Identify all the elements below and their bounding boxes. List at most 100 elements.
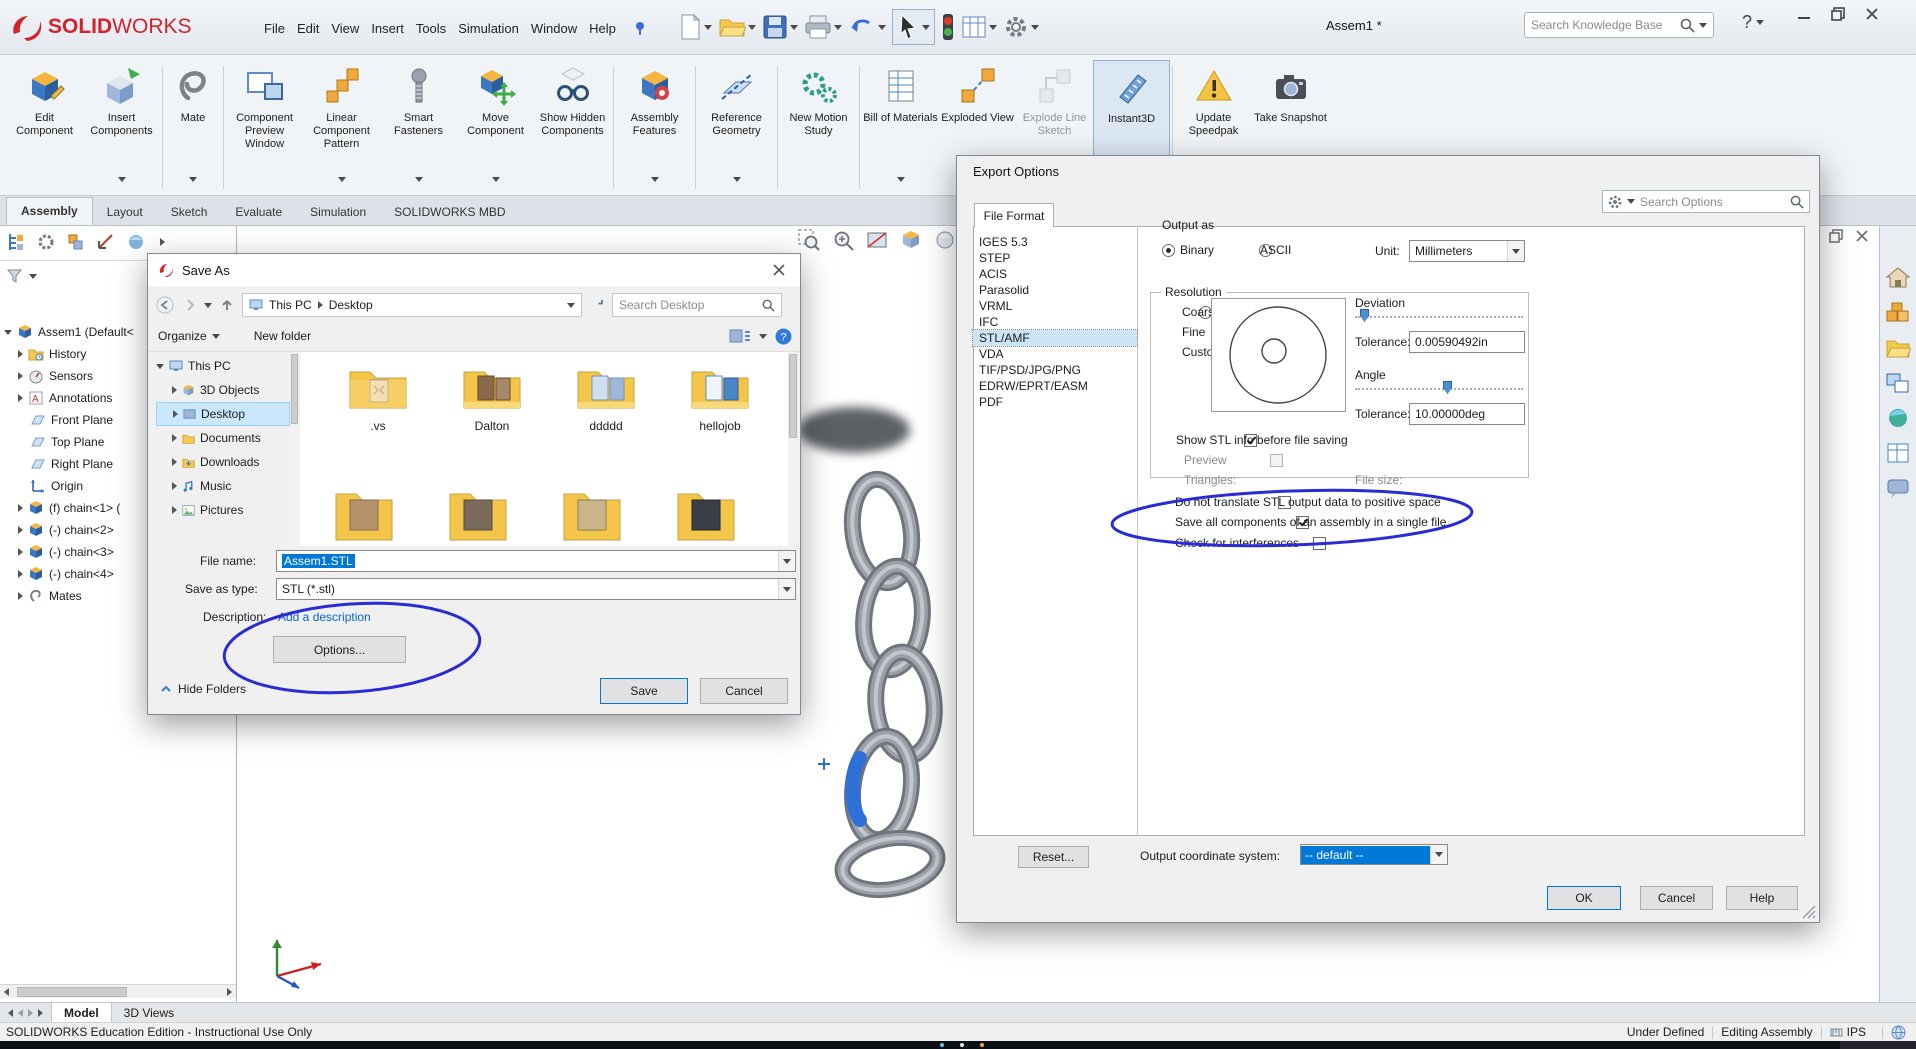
format-stl-amf[interactable]: STL/AMF bbox=[972, 329, 1138, 347]
collapsed-arrow-icon[interactable] bbox=[18, 350, 23, 358]
ribbon-reference-geometry[interactable]: Reference Geometry bbox=[698, 60, 775, 186]
save-as-close-icon[interactable] bbox=[772, 263, 786, 277]
doc-restore-icon[interactable] bbox=[1829, 229, 1843, 243]
ribbon-show-hidden-components[interactable]: Show Hidden Components bbox=[534, 60, 611, 186]
deviation-tolerance-input[interactable]: 0.00590492in bbox=[1409, 331, 1525, 353]
check-interferences-checkbox[interactable] bbox=[1313, 537, 1327, 550]
file-explorer-icon[interactable] bbox=[1885, 336, 1911, 360]
menu-tools[interactable]: Tools bbox=[410, 21, 452, 36]
zoom-fit-icon[interactable] bbox=[797, 228, 821, 252]
view-mode-icon[interactable] bbox=[729, 328, 751, 344]
status-units[interactable]: IPS bbox=[1847, 1025, 1866, 1039]
collapsed-arrow-icon[interactable] bbox=[18, 526, 23, 534]
breadcrumb-desktop[interactable]: Desktop bbox=[329, 298, 373, 312]
collapsed-arrow-icon[interactable] bbox=[18, 372, 23, 380]
format-step[interactable]: STEP bbox=[973, 250, 1137, 266]
tree-item-top-plane[interactable]: Top Plane bbox=[30, 432, 104, 452]
close-icon[interactable] bbox=[1864, 6, 1880, 22]
export-cancel-button[interactable]: Cancel bbox=[1640, 886, 1713, 910]
help-icon[interactable]: ? bbox=[775, 328, 792, 345]
filter-funnel-icon[interactable] bbox=[6, 268, 23, 284]
filter-dropdown-icon[interactable] bbox=[29, 273, 37, 279]
ribbon-smart-fasteners[interactable]: Smart Fasteners bbox=[380, 60, 457, 186]
search-desktop-box[interactable]: Search Desktop bbox=[612, 293, 782, 317]
ribbon-edit-component[interactable]: Edit Component bbox=[6, 60, 83, 186]
tab-evaluate[interactable]: Evaluate bbox=[221, 199, 296, 225]
configuration-manager-tab-icon[interactable] bbox=[66, 232, 86, 252]
dimxpert-tab-icon[interactable] bbox=[96, 232, 116, 252]
folder-tile-partial[interactable] bbox=[446, 484, 510, 546]
property-manager-tab-icon[interactable] bbox=[36, 232, 56, 252]
tree-item-annotations[interactable]: A Annotations bbox=[18, 388, 112, 408]
view-orientation-icon[interactable] bbox=[899, 228, 923, 252]
doc-close-icon[interactable] bbox=[1855, 229, 1869, 243]
dropdown-arrow-icon[interactable] bbox=[732, 177, 741, 182]
ribbon-component-preview-window[interactable]: Component Preview Window bbox=[226, 60, 303, 186]
tree-item-chain-2[interactable]: (-) chain<2> bbox=[18, 520, 114, 540]
dropdown-arrow-icon[interactable] bbox=[896, 177, 905, 182]
format-iges[interactable]: IGES 5.3 bbox=[973, 234, 1137, 250]
view-palette-icon[interactable] bbox=[1885, 371, 1911, 395]
format-pdf[interactable]: PDF bbox=[973, 394, 1137, 410]
resize-grip[interactable] bbox=[1801, 904, 1817, 920]
file-list-scrollbar[interactable] bbox=[789, 352, 797, 546]
save-button[interactable] bbox=[762, 14, 798, 40]
menu-file[interactable]: File bbox=[258, 21, 291, 36]
binary-radio[interactable] bbox=[1162, 244, 1175, 257]
help-button[interactable]: ? bbox=[1742, 12, 1765, 33]
organize-button[interactable]: Organize bbox=[158, 329, 220, 343]
new-folder-button[interactable]: New folder bbox=[254, 329, 311, 343]
dropdown-arrow-icon[interactable] bbox=[491, 177, 500, 182]
forward-button[interactable] bbox=[180, 297, 200, 313]
feature-tree-tab-icon[interactable] bbox=[6, 232, 26, 252]
view-mode-dropdown-icon[interactable] bbox=[759, 333, 767, 339]
format-parasolid[interactable]: Parasolid bbox=[973, 282, 1137, 298]
add-description-link[interactable]: Add a description bbox=[278, 610, 371, 624]
forum-icon[interactable] bbox=[1885, 476, 1911, 500]
breadcrumb-bar[interactable]: This PC Desktop bbox=[242, 293, 582, 317]
ribbon-move-component[interactable]: Move Component bbox=[457, 60, 534, 186]
up-button[interactable] bbox=[216, 297, 238, 313]
folder-tile-partial[interactable] bbox=[560, 484, 624, 546]
tree-item-right-plane[interactable]: Right Plane bbox=[30, 454, 113, 474]
nav-music[interactable]: Music bbox=[156, 474, 290, 498]
folder-tile-partial[interactable] bbox=[332, 484, 396, 546]
design-library-icon[interactable] bbox=[1885, 301, 1911, 325]
recent-locations-icon[interactable] bbox=[204, 302, 212, 308]
undo-button[interactable] bbox=[848, 14, 886, 40]
file-name-input[interactable]: Assem1.STL bbox=[276, 550, 796, 572]
menu-window[interactable]: Window bbox=[525, 21, 583, 36]
search-icon[interactable] bbox=[1680, 18, 1695, 33]
format-edrw[interactable]: EDRW/EPRT/EASM bbox=[973, 378, 1137, 394]
save-as-type-select[interactable]: STL (*.stl) bbox=[276, 578, 796, 600]
custom-properties-icon[interactable] bbox=[1885, 441, 1911, 465]
format-acis[interactable]: ACIS bbox=[973, 266, 1137, 282]
dropdown-arrow-icon[interactable] bbox=[189, 177, 197, 182]
nav-3d-objects[interactable]: 3D Objects bbox=[156, 378, 290, 402]
new-document-button[interactable] bbox=[678, 13, 712, 41]
folder-tile-dalton[interactable]: Dalton bbox=[446, 362, 538, 433]
ribbon-mate[interactable]: Mate bbox=[165, 60, 221, 186]
tree-item-assembly-root[interactable]: Assem1 (Default< bbox=[4, 322, 134, 342]
nav-downloads[interactable]: Downloads bbox=[156, 450, 290, 474]
tab-3d-views[interactable]: 3D Views bbox=[112, 1003, 186, 1022]
tree-horizontal-scrollbar[interactable] bbox=[0, 984, 236, 998]
breadcrumb-this-pc[interactable]: This PC bbox=[269, 298, 312, 312]
scroll-left-icon[interactable] bbox=[4, 987, 9, 996]
home-icon[interactable] bbox=[1885, 266, 1911, 290]
ribbon-bill-of-materials[interactable]: Bill of Materials bbox=[862, 60, 939, 186]
tree-item-sensors[interactable]: Sensors bbox=[18, 366, 93, 386]
expanded-arrow-icon[interactable] bbox=[4, 329, 12, 335]
nav-desktop[interactable]: Desktop bbox=[156, 402, 290, 426]
tree-item-chain-3[interactable]: (-) chain<3> bbox=[18, 542, 114, 562]
minimize-icon[interactable] bbox=[1796, 6, 1812, 22]
appearances-icon[interactable] bbox=[1885, 406, 1911, 430]
reset-button[interactable]: Reset... bbox=[1018, 846, 1089, 868]
format-vrml[interactable]: VRML bbox=[973, 298, 1137, 314]
deviation-slider[interactable] bbox=[1355, 316, 1523, 318]
tab-model[interactable]: Model bbox=[51, 1003, 112, 1022]
collapsed-arrow-icon[interactable] bbox=[18, 570, 23, 578]
menu-help[interactable]: Help bbox=[583, 21, 622, 36]
folder-tile-hellojob[interactable]: hellojob bbox=[674, 362, 766, 433]
tree-item-chain-1[interactable]: (f) chain<1> ( bbox=[18, 498, 120, 518]
